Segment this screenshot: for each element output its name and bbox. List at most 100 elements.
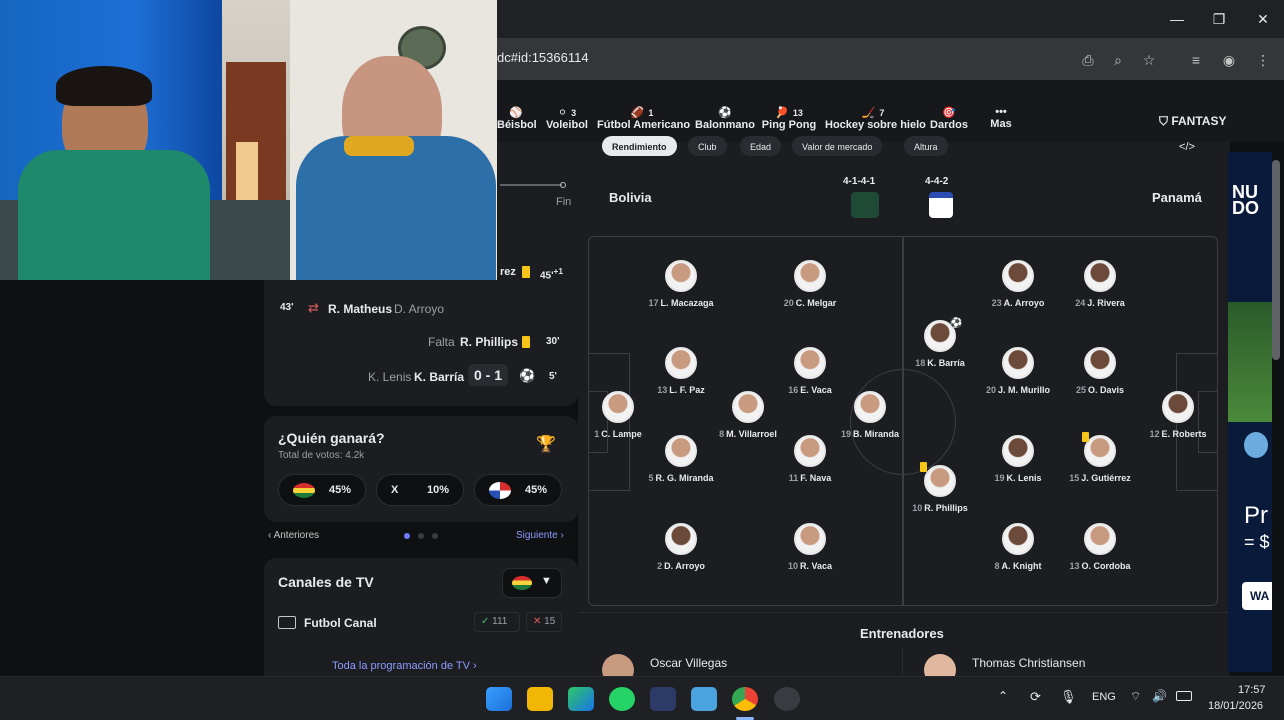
pager-dot[interactable]	[418, 533, 424, 539]
vote-draw-button[interactable]: X 10%	[376, 474, 464, 506]
app-icon[interactable]	[650, 687, 676, 711]
tv-channel-name[interactable]: Futbol Canal	[304, 616, 377, 630]
tab-altura[interactable]: Altura	[904, 136, 948, 156]
home-player[interactable]: 5 R. G. Miranda	[621, 435, 741, 483]
clock-time[interactable]: 17:57	[1238, 684, 1266, 696]
event-minute: 45'+1	[540, 266, 564, 282]
home-player[interactable]: 17 L. Macazaga	[621, 260, 741, 308]
home-player[interactable]: 8 M. Villarroel	[688, 391, 808, 439]
country-select[interactable]: ▼	[502, 568, 562, 598]
file-explorer-icon[interactable]	[527, 687, 553, 711]
sport-volleyball[interactable]: ⚪ 3 Voleibol	[545, 106, 589, 131]
microphone-icon[interactable]: 🎙	[1060, 689, 1077, 705]
chrome-icon[interactable]	[732, 687, 758, 711]
minimize-button[interactable]: —	[1162, 8, 1192, 30]
away-player[interactable]: 13 O. Cordoba	[1040, 523, 1160, 571]
bookmark-star-icon[interactable]: ☆	[1139, 50, 1159, 70]
battery-icon[interactable]	[1176, 691, 1192, 701]
url-text[interactable]: dc#id:15366114	[497, 50, 589, 65]
chevron-right-icon: ›	[470, 660, 477, 672]
home-player[interactable]: 10 R. Vaca	[750, 523, 870, 571]
divider	[578, 612, 1230, 613]
player-avatar	[665, 523, 697, 555]
player-avatar	[794, 523, 826, 555]
away-player[interactable]: 25 O. Davis	[1040, 347, 1160, 395]
player-avatar	[1084, 347, 1116, 379]
volume-icon[interactable]: 🔊	[1152, 689, 1167, 703]
yellow-card-icon	[522, 266, 530, 278]
ad-text: Pr	[1244, 502, 1268, 529]
substitution-icon: ⇄	[308, 300, 319, 315]
player-avatar	[854, 391, 886, 423]
panama-flag-icon	[489, 482, 511, 499]
yellow-card-icon	[522, 336, 530, 348]
sport-ice-hockey[interactable]: 🏒 7 Hockey sobre hielo	[825, 106, 926, 131]
home-player[interactable]: 16 E. Vaca	[750, 347, 870, 395]
event-scorer: K. Barría	[414, 370, 465, 384]
sport-baseball[interactable]: ⚾ Béisbol	[497, 106, 537, 131]
tab-rendimiento[interactable]: Rendimiento	[602, 136, 677, 156]
sport-more[interactable]: ••• Mas	[983, 106, 1019, 130]
home-player[interactable]: 20 C. Melgar	[750, 260, 870, 308]
wifi-icon[interactable]: ⌔	[1130, 689, 1141, 704]
start-icon[interactable]	[486, 687, 512, 711]
vote-away-button[interactable]: 45%	[474, 474, 562, 506]
event-minute: 30'	[546, 336, 560, 347]
home-player[interactable]: 11 F. Nava	[750, 435, 870, 483]
profile-icon[interactable]: ◉	[1219, 50, 1239, 70]
home-player[interactable]: 2 D. Arroyo	[621, 523, 741, 571]
sport-american-football[interactable]: 🏈 1 Fútbol Americano	[597, 106, 690, 131]
whatsapp-icon[interactable]	[609, 687, 635, 711]
home-player[interactable]: 19 B. Miranda	[810, 391, 930, 439]
vote-home-button[interactable]: 45%	[278, 474, 366, 506]
player-avatar	[794, 347, 826, 379]
fantasy-link[interactable]: ⛉ FANTASY	[1159, 114, 1226, 129]
all-tv-link[interactable]: Toda la programación de TV ›	[332, 660, 477, 672]
next-link[interactable]: Siguiente ›	[516, 530, 564, 541]
away-player[interactable]: 12 E. Roberts	[1118, 391, 1238, 439]
tab-edad[interactable]: Edad	[740, 136, 782, 156]
sport-handball[interactable]: ⚽ Balonmano	[695, 106, 755, 131]
event-player: R. Phillips	[460, 335, 519, 349]
tab-valor-mercado[interactable]: Valor de mercado	[792, 136, 883, 156]
close-button[interactable]: ✕	[1248, 8, 1278, 30]
downvote-button[interactable]: ✕ 15	[526, 612, 562, 632]
tab-club[interactable]: Club	[688, 136, 727, 156]
webcam-light	[236, 142, 258, 200]
sports-nav: ⚾ Béisbol ⚪ 3 Voleibol 🏈 1 Fútbol Americano ⚽…	[497, 80, 1284, 142]
away-player[interactable]: 15 J. Gutiérrez	[1040, 435, 1160, 483]
pager-dot[interactable]	[432, 533, 438, 539]
zoom-icon[interactable]: ⌕	[1108, 50, 1128, 70]
chevron-up-icon[interactable]: ⌃	[998, 689, 1008, 703]
app-icon[interactable]	[774, 687, 800, 711]
language-indicator[interactable]: ENG	[1092, 691, 1116, 703]
player-avatar	[794, 260, 826, 292]
prev-link[interactable]: ‹ Anteriores	[268, 530, 319, 541]
sync-icon[interactable]: ⟳	[1030, 689, 1041, 705]
clock-date[interactable]: 18/01/2026	[1208, 700, 1263, 712]
home-coach-name[interactable]: Oscar Villegas	[650, 656, 727, 670]
home-player[interactable]: 13 L. F. Paz	[621, 347, 741, 395]
player-avatar	[1002, 260, 1034, 292]
tv-card: Canales de TV ▼ Futbol Canal ✓ 111 ✕ 15 …	[264, 558, 578, 676]
person-collar	[344, 136, 414, 156]
photos-icon[interactable]	[691, 687, 717, 711]
scrollbar-thumb[interactable]	[1272, 160, 1280, 360]
ad-button[interactable]: WA	[1242, 582, 1272, 610]
embed-code-icon[interactable]: </>	[1174, 136, 1200, 158]
advertisement[interactable]: NU DO Pr = $ WA	[1228, 152, 1272, 672]
home-player[interactable]: 1 C. Lampe	[558, 391, 678, 439]
install-app-icon[interactable]: ⎙	[1078, 50, 1098, 70]
upvote-button[interactable]: ✓ 111	[474, 612, 520, 632]
edge-icon[interactable]	[568, 687, 594, 711]
sport-darts[interactable]: 🎯 Dardos	[929, 106, 969, 131]
pager-dot-active[interactable]	[404, 533, 410, 539]
more-dots-icon: •••	[995, 106, 1007, 118]
sport-ping-pong[interactable]: 🏓 13 Ping Pong	[761, 106, 817, 131]
away-player[interactable]: 24 J. Rivera	[1040, 260, 1160, 308]
reading-list-icon[interactable]: ≡	[1186, 50, 1206, 70]
maximize-button[interactable]: ❐	[1204, 8, 1234, 30]
player-avatar	[924, 465, 956, 497]
menu-dots-icon[interactable]: ⋮	[1253, 50, 1273, 70]
away-coach-name[interactable]: Thomas Christiansen	[972, 656, 1085, 670]
